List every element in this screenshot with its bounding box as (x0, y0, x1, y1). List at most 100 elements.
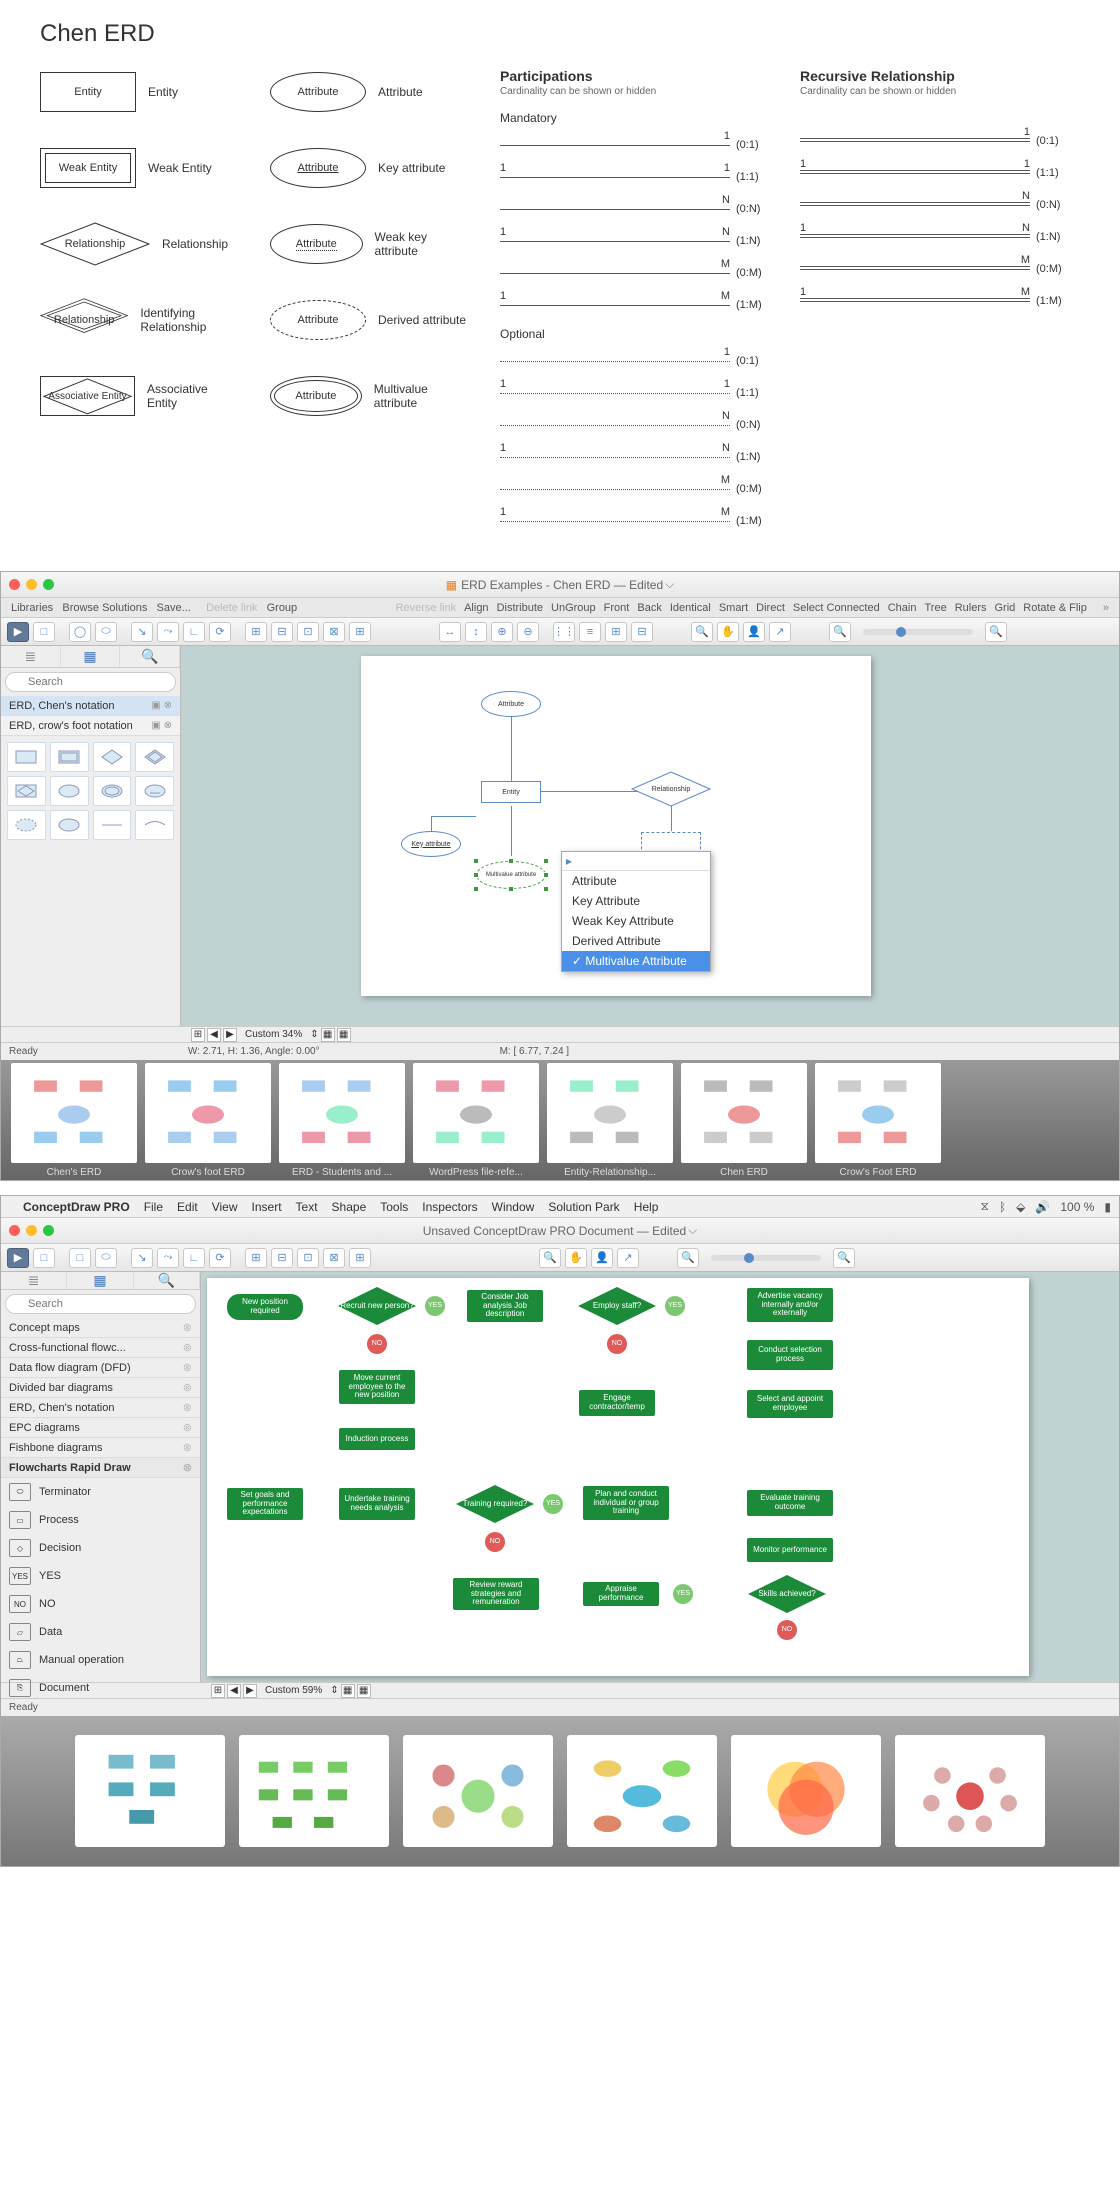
shape-thumb[interactable] (50, 776, 89, 806)
tool-btn[interactable]: ⊡ (297, 622, 319, 642)
shape-item[interactable]: YESYES (1, 1562, 200, 1590)
page-thumb[interactable]: ▦ (357, 1684, 371, 1698)
thumbnail-strip[interactable]: Chen's ERD Crow's foot ERD ERD - Student… (1, 1060, 1119, 1180)
menu-item[interactable]: Tree (924, 602, 946, 614)
page-thumb[interactable]: ▦ (341, 1684, 355, 1698)
flow-process[interactable]: Monitor performance (747, 1538, 833, 1562)
flow-decision[interactable]: Recruit new person? (337, 1286, 417, 1326)
close-icon[interactable] (9, 579, 20, 590)
side-tab[interactable]: 🔍 (134, 1272, 200, 1289)
tool-btn[interactable]: ⊠ (323, 622, 345, 642)
side-tab[interactable]: ≣ (1, 1272, 67, 1289)
shape-thumb[interactable] (7, 776, 46, 806)
flow-no[interactable]: NO (607, 1334, 627, 1354)
shape-thumb[interactable] (135, 810, 174, 840)
tool-btn[interactable]: ↔ (439, 622, 461, 642)
window-controls[interactable] (9, 579, 54, 590)
tool-btn[interactable]: 👤 (743, 622, 765, 642)
shape-thumb[interactable] (93, 776, 132, 806)
shape-item[interactable]: ⎘Document (1, 1674, 200, 1702)
flow-process[interactable]: Move current employee to the new positio… (339, 1370, 415, 1404)
context-menu-item[interactable]: Attribute (562, 871, 710, 891)
flow-yes[interactable]: YES (665, 1296, 685, 1316)
thumbnail[interactable] (11, 1063, 137, 1163)
flow-yes[interactable]: YES (543, 1494, 563, 1514)
context-menu-item[interactable]: Weak Key Attribute (562, 911, 710, 931)
side-tab[interactable]: ▦ (61, 646, 121, 667)
shape-thumb[interactable] (93, 810, 132, 840)
flow-terminator[interactable]: New position required (227, 1294, 303, 1320)
flow-process[interactable]: Consider Job analysis Job description (467, 1290, 543, 1322)
tool-btn[interactable]: □ (33, 622, 55, 642)
tool-btn[interactable]: ⊡ (297, 1248, 319, 1268)
zoom-in-icon[interactable]: 🔍 (985, 622, 1007, 642)
thumbnail[interactable] (681, 1063, 807, 1163)
page-next[interactable]: ▶ (243, 1684, 257, 1698)
hand-tool[interactable]: ✋ (565, 1248, 587, 1268)
mac-menu-item[interactable]: Help (634, 1200, 659, 1214)
mac-menu-item[interactable]: Tools (380, 1200, 408, 1214)
tool-btn[interactable]: ⊖ (517, 622, 539, 642)
mac-menu-item[interactable]: Inspectors (422, 1200, 477, 1214)
flow-process[interactable]: Induction process (339, 1428, 415, 1450)
library-item[interactable]: ERD, crow's foot notation▣ ⊗ (1, 716, 180, 736)
tool-btn[interactable]: □ (69, 1248, 91, 1268)
tool-btn[interactable]: ↗ (617, 1248, 639, 1268)
menu-item[interactable]: Grid (995, 602, 1016, 614)
thumbnail[interactable] (815, 1063, 941, 1163)
library-item[interactable]: EPC diagrams⊗ (1, 1418, 200, 1438)
maximize-icon[interactable] (43, 1225, 54, 1236)
zoom-icon[interactable]: 🔍 (539, 1248, 561, 1268)
library-item[interactable]: Cross-functional flowc...⊗ (1, 1338, 200, 1358)
zoom-slider[interactable] (863, 629, 973, 635)
flow-process[interactable]: Plan and conduct individual or group tra… (583, 1486, 669, 1520)
page-prev[interactable]: ◀ (207, 1028, 221, 1042)
mac-menu-item[interactable]: Window (492, 1200, 535, 1214)
menu-item[interactable]: Align (464, 602, 488, 614)
tool-btn[interactable]: ∟ (183, 1248, 205, 1268)
flow-process[interactable]: Conduct selection process (747, 1340, 833, 1370)
zoom-slider[interactable] (711, 1255, 821, 1261)
tool-btn[interactable]: ⟳ (209, 1248, 231, 1268)
canvas-relationship[interactable]: Relationship (631, 771, 711, 807)
menu-item[interactable]: Reverse link (396, 602, 457, 614)
tool-btn[interactable]: ⊕ (491, 622, 513, 642)
flow-no[interactable]: NO (367, 1334, 387, 1354)
mac-menu-item[interactable]: ConceptDraw PRO (23, 1200, 130, 1214)
menu-item[interactable]: Rulers (955, 602, 987, 614)
canvas-attribute[interactable]: Attribute (481, 691, 541, 717)
tool-btn[interactable]: ⊞ (245, 622, 267, 642)
menu-item[interactable]: Save... (157, 602, 191, 614)
flow-process[interactable]: Appraise performance (583, 1582, 659, 1606)
zoom-in-icon[interactable]: 🔍 (833, 1248, 855, 1268)
thumb[interactable] (403, 1735, 553, 1847)
tool-btn[interactable]: ⊞ (349, 622, 371, 642)
thumb[interactable] (239, 1735, 389, 1847)
thumb[interactable] (731, 1735, 881, 1847)
zoom-out-icon[interactable]: 🔍 (677, 1248, 699, 1268)
library-item[interactable]: ERD, Chen's notation⊗ (1, 1398, 200, 1418)
flow-no[interactable]: NO (777, 1620, 797, 1640)
canvas-area[interactable]: Attribute Entity Relationship Key attrib… (181, 646, 1119, 1026)
flow-process[interactable]: Evaluate training outcome (747, 1490, 833, 1516)
hand-tool[interactable]: ✋ (717, 622, 739, 642)
search-input[interactable] (5, 1294, 196, 1314)
library-item[interactable]: ERD, Chen's notation▣ ⊗ (1, 696, 180, 716)
canvas-area[interactable]: New position required Recruit new person… (201, 1272, 1119, 1682)
tool-btn[interactable]: ⊞ (245, 1248, 267, 1268)
page-first[interactable]: ⊞ (211, 1684, 225, 1698)
context-menu[interactable]: ▸ AttributeKey AttributeWeak Key Attribu… (561, 851, 711, 972)
page-thumb[interactable]: ▦ (337, 1028, 351, 1042)
tool-btn[interactable]: ↘ (131, 1248, 153, 1268)
thumbnail[interactable] (413, 1063, 539, 1163)
menu-item[interactable]: Rotate & Flip (1023, 602, 1087, 614)
menu-item[interactable]: Smart (719, 602, 748, 614)
flow-decision[interactable]: Employ staff? (577, 1286, 657, 1326)
thumbnail[interactable] (279, 1063, 405, 1163)
menu-item[interactable]: Direct (756, 602, 785, 614)
library-item[interactable]: Divided bar diagrams⊗ (1, 1378, 200, 1398)
mac-menu-item[interactable]: Edit (177, 1200, 198, 1214)
mac-menu-item[interactable]: Shape (332, 1200, 367, 1214)
tool-btn[interactable]: ⤳ (157, 622, 179, 642)
context-menu-item[interactable]: Key Attribute (562, 891, 710, 911)
